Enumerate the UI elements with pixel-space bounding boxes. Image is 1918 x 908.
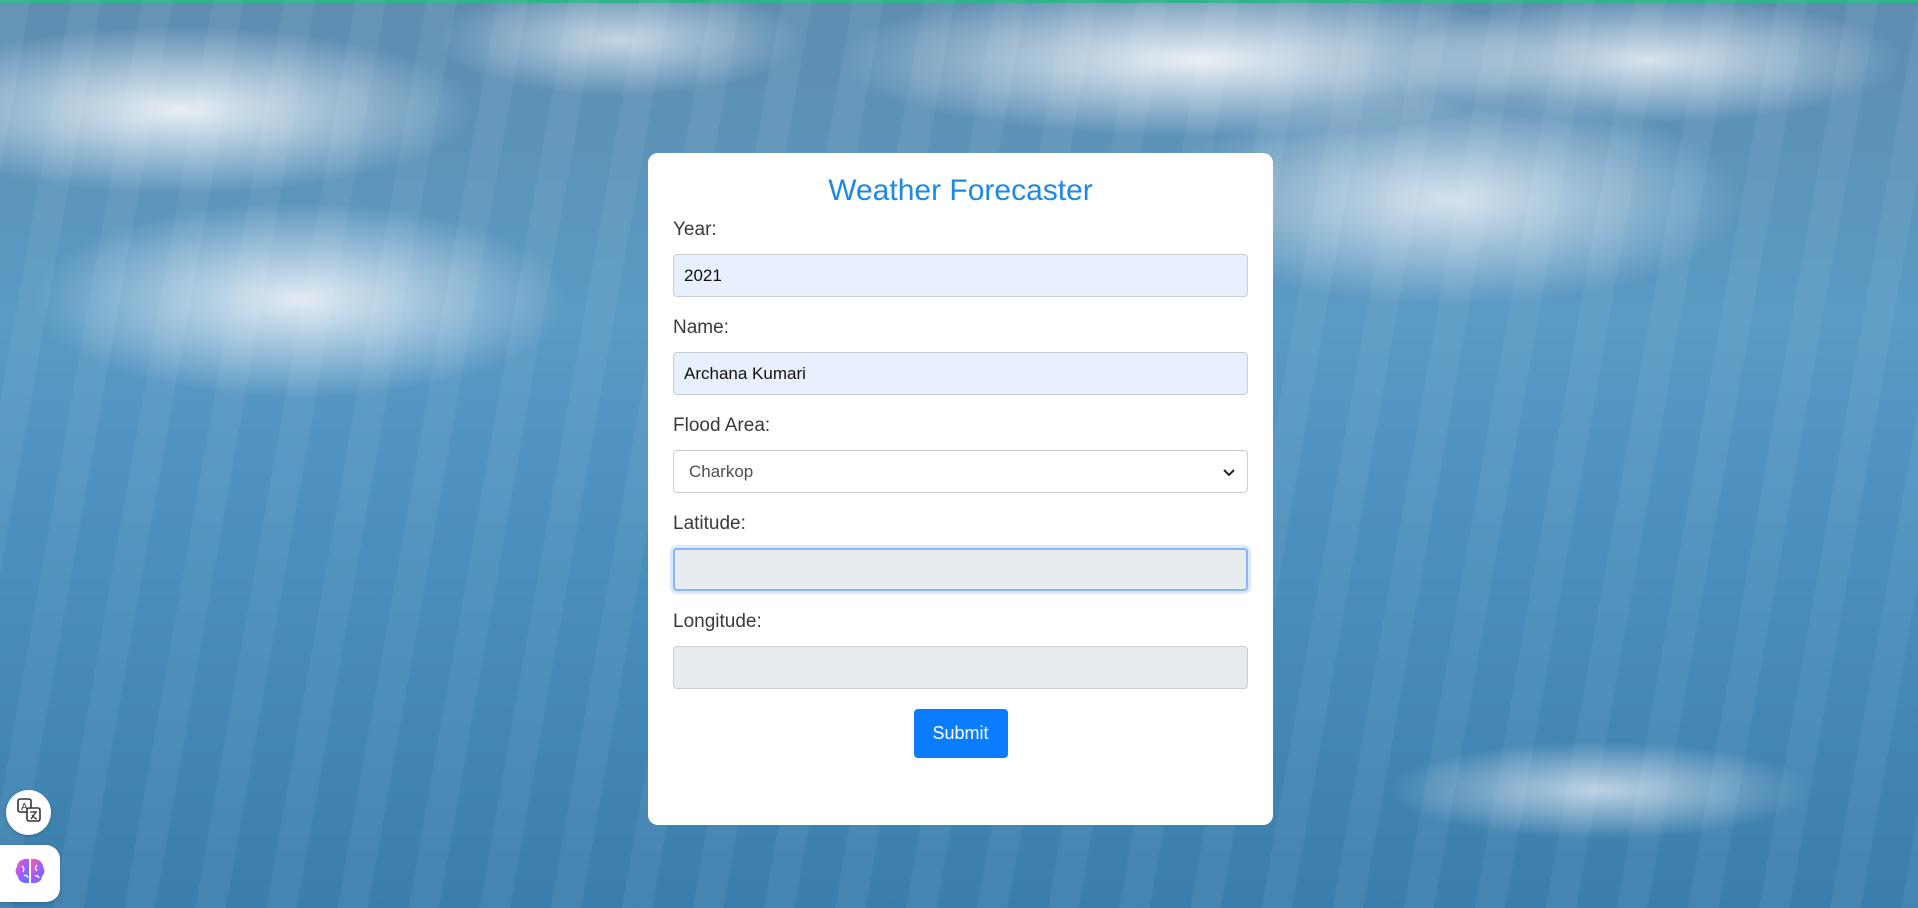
longitude-input[interactable] <box>673 646 1248 689</box>
brain-icon <box>13 856 47 891</box>
submit-wrapper: Submit <box>673 709 1248 758</box>
flood-area-label: Flood Area: <box>673 415 771 436</box>
top-accent-line <box>0 0 1918 3</box>
name-label: Name: <box>673 317 729 338</box>
translate-icon: A <box>16 797 42 828</box>
translate-button[interactable]: A <box>6 790 51 835</box>
name-input[interactable]: Archana Kumari <box>673 352 1248 395</box>
page-title: Weather Forecaster <box>828 174 1093 207</box>
flood-area-select[interactable]: Charkop <box>673 450 1248 493</box>
year-label: Year: <box>673 219 717 240</box>
weather-form-card: Weather Forecaster Year: 2021 Name: Arch… <box>648 153 1273 825</box>
chevron-down-icon <box>1223 464 1235 480</box>
name-value: Archana Kumari <box>684 363 806 383</box>
assistant-button[interactable] <box>0 845 60 902</box>
longitude-label: Longitude: <box>673 611 762 632</box>
year-value: 2021 <box>684 265 722 285</box>
flood-area-selected: Charkop <box>689 461 754 481</box>
year-input[interactable]: 2021 <box>673 254 1248 297</box>
latitude-label: Latitude: <box>673 513 746 534</box>
latitude-input[interactable] <box>673 548 1248 591</box>
submit-button[interactable]: Submit <box>913 709 1008 758</box>
